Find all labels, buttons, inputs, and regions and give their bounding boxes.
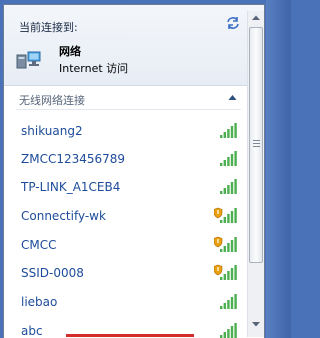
wifi-name: liebao: [21, 295, 58, 309]
scroll-down-icon[interactable]: [251, 321, 261, 328]
wifi-item[interactable]: liebao: [4, 288, 246, 316]
signal-bar: [234, 265, 237, 280]
wifi-name: SSID-0008: [21, 266, 84, 280]
wifi-flyout-panel: 当前连接到: 网络 Internet 访问 无线网络连接 shikuang2 Z…: [3, 4, 265, 338]
security-warning-icon: [214, 236, 223, 248]
signal-bar: [220, 277, 223, 280]
signal-bar: [234, 179, 237, 194]
grip-icon: [253, 140, 260, 147]
connected-network-name: 网络: [59, 45, 81, 58]
wifi-signal-icon: [214, 236, 237, 252]
signal-bar: [234, 151, 237, 166]
wifi-signal-icon: [214, 207, 237, 223]
signal-bar: [234, 208, 237, 223]
signal-bar: [230, 126, 234, 138]
network-computer-icon: [16, 51, 41, 69]
signal-bar: [223, 132, 226, 138]
signal-bar: [220, 220, 223, 223]
wifi-signal-icon: [220, 151, 237, 166]
signal-bar: [227, 243, 230, 252]
desktop-background: [266, 0, 291, 338]
signal-bar: [220, 191, 223, 194]
signal-bar: [227, 329, 230, 338]
signal-bar: [227, 271, 230, 280]
signal-bar: [223, 160, 226, 166]
wifi-item[interactable]: Connectify-wk: [4, 202, 246, 230]
signal-bar: [230, 211, 234, 223]
signal-bar: [230, 297, 234, 309]
wifi-name: TP-LINK_A1CEB4: [21, 180, 121, 194]
signal-bar: [223, 217, 226, 223]
signal-bar: [230, 182, 234, 194]
current-connection-header: 当前连接到: 网络 Internet 访问: [4, 5, 264, 86]
signal-bar: [230, 240, 234, 252]
section-divider: [16, 109, 241, 110]
chevron-up-icon[interactable]: [228, 94, 237, 101]
signal-bar: [223, 246, 226, 252]
signal-bar: [227, 129, 230, 138]
wifi-signal-icon: [220, 323, 237, 338]
wifi-name: ZMCC123456789: [21, 152, 126, 166]
wireless-section-title: 无线网络连接: [19, 94, 85, 107]
signal-bar: [220, 135, 223, 138]
signal-bar: [220, 163, 223, 166]
signal-bar: [234, 294, 237, 309]
signal-bar: [220, 306, 223, 309]
scroll-thumb[interactable]: [249, 27, 263, 263]
connected-network-status: Internet 访问: [59, 62, 129, 75]
signal-bar: [227, 157, 230, 166]
scroll-up-icon[interactable]: [251, 14, 261, 21]
list-scrollbar[interactable]: [247, 11, 264, 337]
refresh-icon[interactable]: [226, 16, 240, 30]
signal-bar: [230, 268, 234, 280]
signal-bar: [227, 185, 230, 194]
wifi-item[interactable]: TP-LINK_A1CEB4: [4, 173, 246, 201]
security-warning-icon: [214, 264, 223, 276]
signal-bar: [223, 188, 226, 194]
security-warning-icon: [214, 207, 223, 219]
wifi-item[interactable]: ZMCC123456789: [4, 145, 246, 173]
signal-bar: [234, 323, 237, 338]
bottom-highlight-line: [66, 334, 194, 337]
signal-bar: [223, 274, 226, 280]
wifi-signal-icon: [220, 179, 237, 194]
wifi-name: abc: [21, 324, 43, 338]
signal-bar: [230, 154, 234, 166]
current-connection-title: 当前连接到:: [19, 21, 78, 34]
wifi-item[interactable]: shikuang2: [4, 117, 246, 145]
signal-bar: [223, 303, 226, 309]
signal-bar: [220, 249, 223, 252]
wifi-item[interactable]: SSID-0008: [4, 259, 246, 287]
signal-bar: [223, 332, 226, 338]
wifi-item[interactable]: CMCC: [4, 231, 246, 259]
signal-bar: [234, 123, 237, 138]
wifi-signal-icon: [220, 294, 237, 309]
signal-bar: [234, 237, 237, 252]
signal-bar: [227, 214, 230, 223]
signal-bar: [230, 326, 234, 338]
wifi-name: shikuang2: [21, 124, 83, 138]
signal-bar: [227, 300, 230, 309]
wifi-name: Connectify-wk: [21, 209, 106, 223]
wifi-name: CMCC: [21, 238, 57, 252]
wireless-section-header[interactable]: 无线网络连接: [4, 87, 246, 109]
wifi-signal-icon: [214, 264, 237, 280]
wifi-signal-icon: [220, 123, 237, 138]
